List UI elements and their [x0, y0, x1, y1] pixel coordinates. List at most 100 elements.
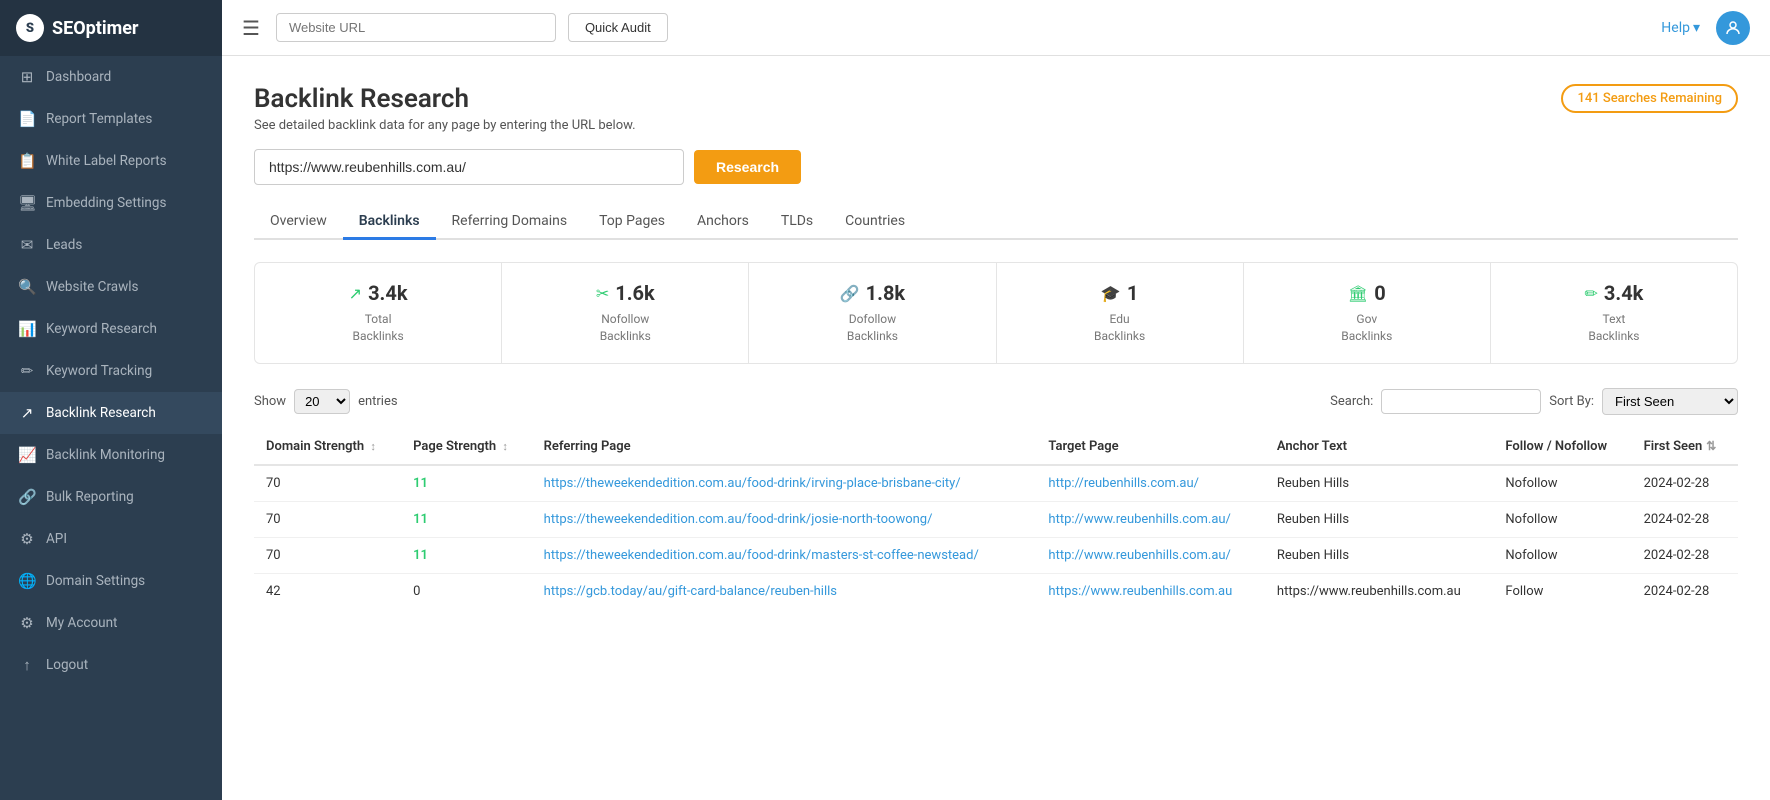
follow-nofollow-cell: Follow [1493, 573, 1631, 609]
sidebar-item-label: Dashboard [46, 69, 111, 85]
page-header-left: Backlink Research See detailed backlink … [254, 84, 636, 133]
first-seen-cell: 2024-02-28 [1632, 537, 1738, 573]
sidebar-item-keyword-tracking[interactable]: ✏Keyword Tracking [0, 350, 222, 392]
stat-value-5: 3.4k [1604, 281, 1643, 305]
sidebar-item-my-account[interactable]: ⚙ My Account [0, 602, 222, 644]
sidebar-item-label: Report Templates [46, 111, 152, 127]
tab-referring-domains[interactable]: Referring Domains [436, 205, 584, 240]
sidebar-item-label: White Label Reports [46, 153, 167, 169]
logo[interactable]: S SEOptimer [0, 0, 222, 56]
report-templates-icon: 📄 [18, 110, 36, 128]
col-header-referring-page[interactable]: Referring Page [532, 429, 1037, 465]
sidebar-item-backlink-monitoring[interactable]: 📈Backlink Monitoring [0, 434, 222, 476]
tab-top-pages[interactable]: Top Pages [583, 205, 681, 240]
tab-overview[interactable]: Overview [254, 205, 343, 240]
stat-value-2: 1.8k [866, 281, 905, 305]
col-header-anchor-text[interactable]: Anchor Text [1265, 429, 1494, 465]
sidebar-item-label: Website Crawls [46, 279, 139, 295]
embedding-settings-icon: 🖥 [18, 194, 36, 212]
referring-page-cell[interactable]: https://gcb.today/au/gift-card-balance/r… [532, 573, 1037, 609]
sidebar-item-label: Leads [46, 237, 82, 253]
tab-anchors[interactable]: Anchors [681, 205, 765, 240]
show-select[interactable]: 2050100 [294, 389, 350, 414]
sidebar-item-keyword-research[interactable]: 📊Keyword Research [0, 308, 222, 350]
table-row: 70 11 https://theweekendedition.com.au/f… [254, 465, 1738, 502]
stat-icon-1: ✂ [596, 284, 609, 303]
sidebar-item-dashboard[interactable]: ⊞Dashboard [0, 56, 222, 98]
my-account-icon: ⚙ [18, 614, 36, 632]
sidebar-item-label: Bulk Reporting [46, 489, 134, 505]
keyword-research-icon: 📊 [18, 320, 36, 338]
page-strength-cell: 11 [401, 465, 532, 502]
sidebar-item-domain-settings[interactable]: 🌐Domain Settings [0, 560, 222, 602]
sidebar-item-logout[interactable]: ↑Logout [0, 644, 222, 686]
stats-row: ↗ 3.4k TotalBacklinks ✂ 1.6k NofollowBac… [254, 262, 1738, 364]
research-button[interactable]: Research [694, 150, 801, 184]
entries-label: entries [358, 394, 398, 409]
backlinks-table: Domain Strength ↕Page Strength ↕Referrin… [254, 429, 1738, 609]
col-header-page-strength[interactable]: Page Strength ↕ [401, 429, 532, 465]
stat-total: ↗ 3.4k TotalBacklinks [255, 263, 502, 363]
follow-nofollow-cell: Nofollow [1493, 501, 1631, 537]
col-header-first-seen[interactable]: First Seen ⇅ [1632, 429, 1738, 465]
stat-value-0: 3.4k [368, 281, 407, 305]
first-seen-cell: 2024-02-28 [1632, 573, 1738, 609]
referring-page-cell[interactable]: https://theweekendedition.com.au/food-dr… [532, 501, 1037, 537]
api-icon: ⚙ [18, 530, 36, 548]
referring-page-cell[interactable]: https://theweekendedition.com.au/food-dr… [532, 465, 1037, 502]
sort-select[interactable]: First SeenDomain StrengthPage Strength [1602, 388, 1738, 415]
sidebar-item-label: Domain Settings [46, 573, 145, 589]
sidebar-item-leads[interactable]: ✉ Leads [0, 224, 222, 266]
bulk-reporting-icon: 🔗 [18, 488, 36, 506]
leads-icon: ✉ [18, 236, 36, 254]
sidebar-item-bulk-reporting[interactable]: 🔗 Bulk Reporting [0, 476, 222, 518]
stat-label-3: EduBacklinks [1013, 311, 1227, 345]
tab-tlds[interactable]: TLDs [765, 205, 829, 240]
main-content: Backlink Research See detailed backlink … [222, 56, 1770, 800]
target-page-cell[interactable]: http://www.reubenhills.com.au/ [1036, 537, 1265, 573]
url-input[interactable] [254, 149, 684, 185]
header: ☰ Quick Audit Help ▾ [222, 0, 1770, 56]
url-row: Research [254, 149, 1738, 185]
search-input[interactable] [1381, 389, 1541, 414]
target-page-cell[interactable]: http://www.reubenhills.com.au/ [1036, 501, 1265, 537]
help-link[interactable]: Help ▾ [1661, 20, 1700, 36]
sidebar-item-embedding-settings[interactable]: 🖥 Embedding Settings [0, 182, 222, 224]
page-strength-cell: 11 [401, 501, 532, 537]
logo-text: SEOptimer [52, 18, 139, 39]
stat-value-4: 0 [1374, 281, 1385, 305]
tab-backlinks[interactable]: Backlinks [343, 205, 436, 240]
sidebar-item-label: My Account [46, 615, 117, 631]
col-header-follow-nofollow[interactable]: Follow / Nofollow [1493, 429, 1631, 465]
tab-countries[interactable]: Countries [829, 205, 921, 240]
sort-by-label: Sort By: [1549, 394, 1594, 409]
tabs: OverviewBacklinksReferring DomainsTop Pa… [254, 205, 1738, 240]
sidebar-item-backlink-research[interactable]: ↗Backlink Research [0, 392, 222, 434]
backlink-research-icon: ↗ [18, 404, 36, 422]
page-strength-cell: 11 [401, 537, 532, 573]
search-right: Search: Sort By: First SeenDomain Streng… [1330, 388, 1738, 415]
target-page-cell[interactable]: https://www.reubenhills.com.au [1036, 573, 1265, 609]
target-page-cell[interactable]: http://reubenhills.com.au/ [1036, 465, 1265, 502]
header-url-input[interactable] [276, 13, 556, 42]
referring-page-cell[interactable]: https://theweekendedition.com.au/food-dr… [532, 537, 1037, 573]
keyword-tracking-icon: ✏ [18, 362, 36, 380]
sidebar-item-website-crawls[interactable]: 🔍Website Crawls [0, 266, 222, 308]
domain-strength-cell: 70 [254, 501, 401, 537]
table-controls: Show 2050100 entries Search: Sort By: Fi… [254, 388, 1738, 415]
col-header-domain-strength[interactable]: Domain Strength ↕ [254, 429, 401, 465]
stat-text: ✏ 3.4k TextBacklinks [1491, 263, 1737, 363]
hamburger-button[interactable]: ☰ [242, 16, 260, 40]
col-header-target-page[interactable]: Target Page [1036, 429, 1265, 465]
sidebar-item-report-templates[interactable]: 📄 Report Templates [0, 98, 222, 140]
quick-audit-button[interactable]: Quick Audit [568, 13, 668, 42]
sidebar-item-label: API [46, 531, 67, 547]
sidebar-item-white-label-reports[interactable]: 📋White Label Reports [0, 140, 222, 182]
sidebar-item-api[interactable]: ⚙ API [0, 518, 222, 560]
anchor-text-cell: Reuben Hills [1265, 537, 1494, 573]
user-avatar[interactable] [1716, 11, 1750, 45]
header-right: Help ▾ [1661, 11, 1750, 45]
sidebar-item-label: Embedding Settings [46, 195, 166, 211]
stat-label-1: NofollowBacklinks [518, 311, 732, 345]
domain-strength-cell: 42 [254, 573, 401, 609]
